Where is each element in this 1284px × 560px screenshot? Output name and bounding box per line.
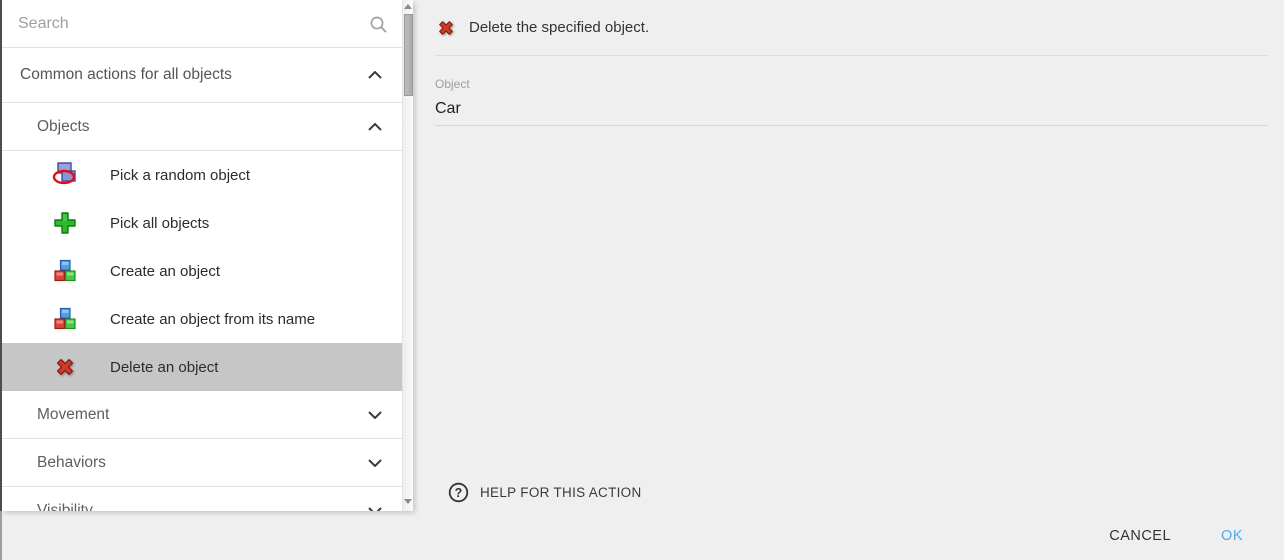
action-item-create-object-from-name[interactable]: Create an object from its name — [2, 295, 402, 343]
chevron-down-icon — [368, 459, 382, 467]
action-title: Delete the specified object. — [469, 19, 649, 36]
help-button-label: HELP FOR THIS ACTION — [480, 485, 642, 500]
dialog-footer: CANCEL OK — [0, 512, 1284, 560]
sidebar-scrollbar[interactable] — [402, 0, 413, 511]
help-button[interactable]: HELP FOR THIS ACTION — [448, 482, 642, 503]
search-icon — [368, 14, 388, 34]
search-bar — [2, 0, 402, 48]
actions-sidebar: Common actions for all objects Objects P… — [2, 0, 413, 511]
action-item-label: Pick a random object — [110, 167, 250, 184]
ok-button[interactable]: OK — [1205, 520, 1259, 552]
section-header-movement[interactable]: Movement — [2, 391, 402, 439]
action-item-pick-random-object[interactable]: Pick a random object — [2, 151, 402, 199]
section-header-behaviors[interactable]: Behaviors — [2, 439, 402, 487]
delete-cross-icon — [52, 354, 78, 380]
pick-random-object-icon — [52, 162, 78, 188]
add-plus-icon — [52, 210, 78, 236]
object-field-label: Object — [435, 77, 1268, 91]
action-detail-panel: Delete the specified object. Object Car … — [413, 0, 1284, 512]
actions-list: Common actions for all objects Objects P… — [2, 0, 402, 511]
action-item-label: Create an object from its name — [110, 311, 315, 328]
section-header-visibility[interactable]: Visibility — [2, 487, 402, 511]
create-object-icon — [52, 258, 78, 284]
action-detail-header: Delete the specified object. — [435, 0, 1268, 56]
scrollbar-thumb[interactable] — [404, 14, 413, 96]
create-object-icon — [52, 306, 78, 332]
action-item-create-object[interactable]: Create an object — [2, 247, 402, 295]
action-item-pick-all-objects[interactable]: Pick all objects — [2, 199, 402, 247]
search-input[interactable] — [18, 15, 360, 33]
scrollbar-up-arrow[interactable] — [403, 0, 413, 12]
subsection-label: Objects — [37, 118, 90, 136]
backdrop-edge — [0, 0, 2, 511]
chevron-down-icon — [368, 411, 382, 419]
chevron-down-icon — [368, 507, 382, 511]
section-header-objects[interactable]: Objects — [2, 103, 402, 151]
action-item-label: Create an object — [110, 263, 220, 280]
chevron-up-icon — [368, 71, 382, 79]
scrollbar-down-arrow[interactable] — [403, 495, 413, 507]
action-item-label: Pick all objects — [110, 215, 209, 232]
backdrop-edge-bottom — [0, 511, 2, 560]
object-field: Object Car — [435, 56, 1268, 126]
object-field-input[interactable]: Car — [435, 100, 1268, 126]
cancel-button[interactable]: CANCEL — [1093, 520, 1187, 552]
action-item-label: Delete an object — [110, 359, 218, 376]
help-icon — [448, 482, 469, 503]
chevron-up-icon — [368, 123, 382, 131]
action-item-delete-object[interactable]: Delete an object — [2, 343, 402, 391]
section-header-common-actions[interactable]: Common actions for all objects — [2, 48, 402, 103]
delete-cross-icon — [435, 17, 457, 39]
subsection-label: Behaviors — [37, 454, 106, 472]
subsection-label: Visibility — [37, 502, 93, 511]
section-header-label: Common actions for all objects — [20, 66, 232, 84]
subsection-label: Movement — [37, 406, 109, 424]
